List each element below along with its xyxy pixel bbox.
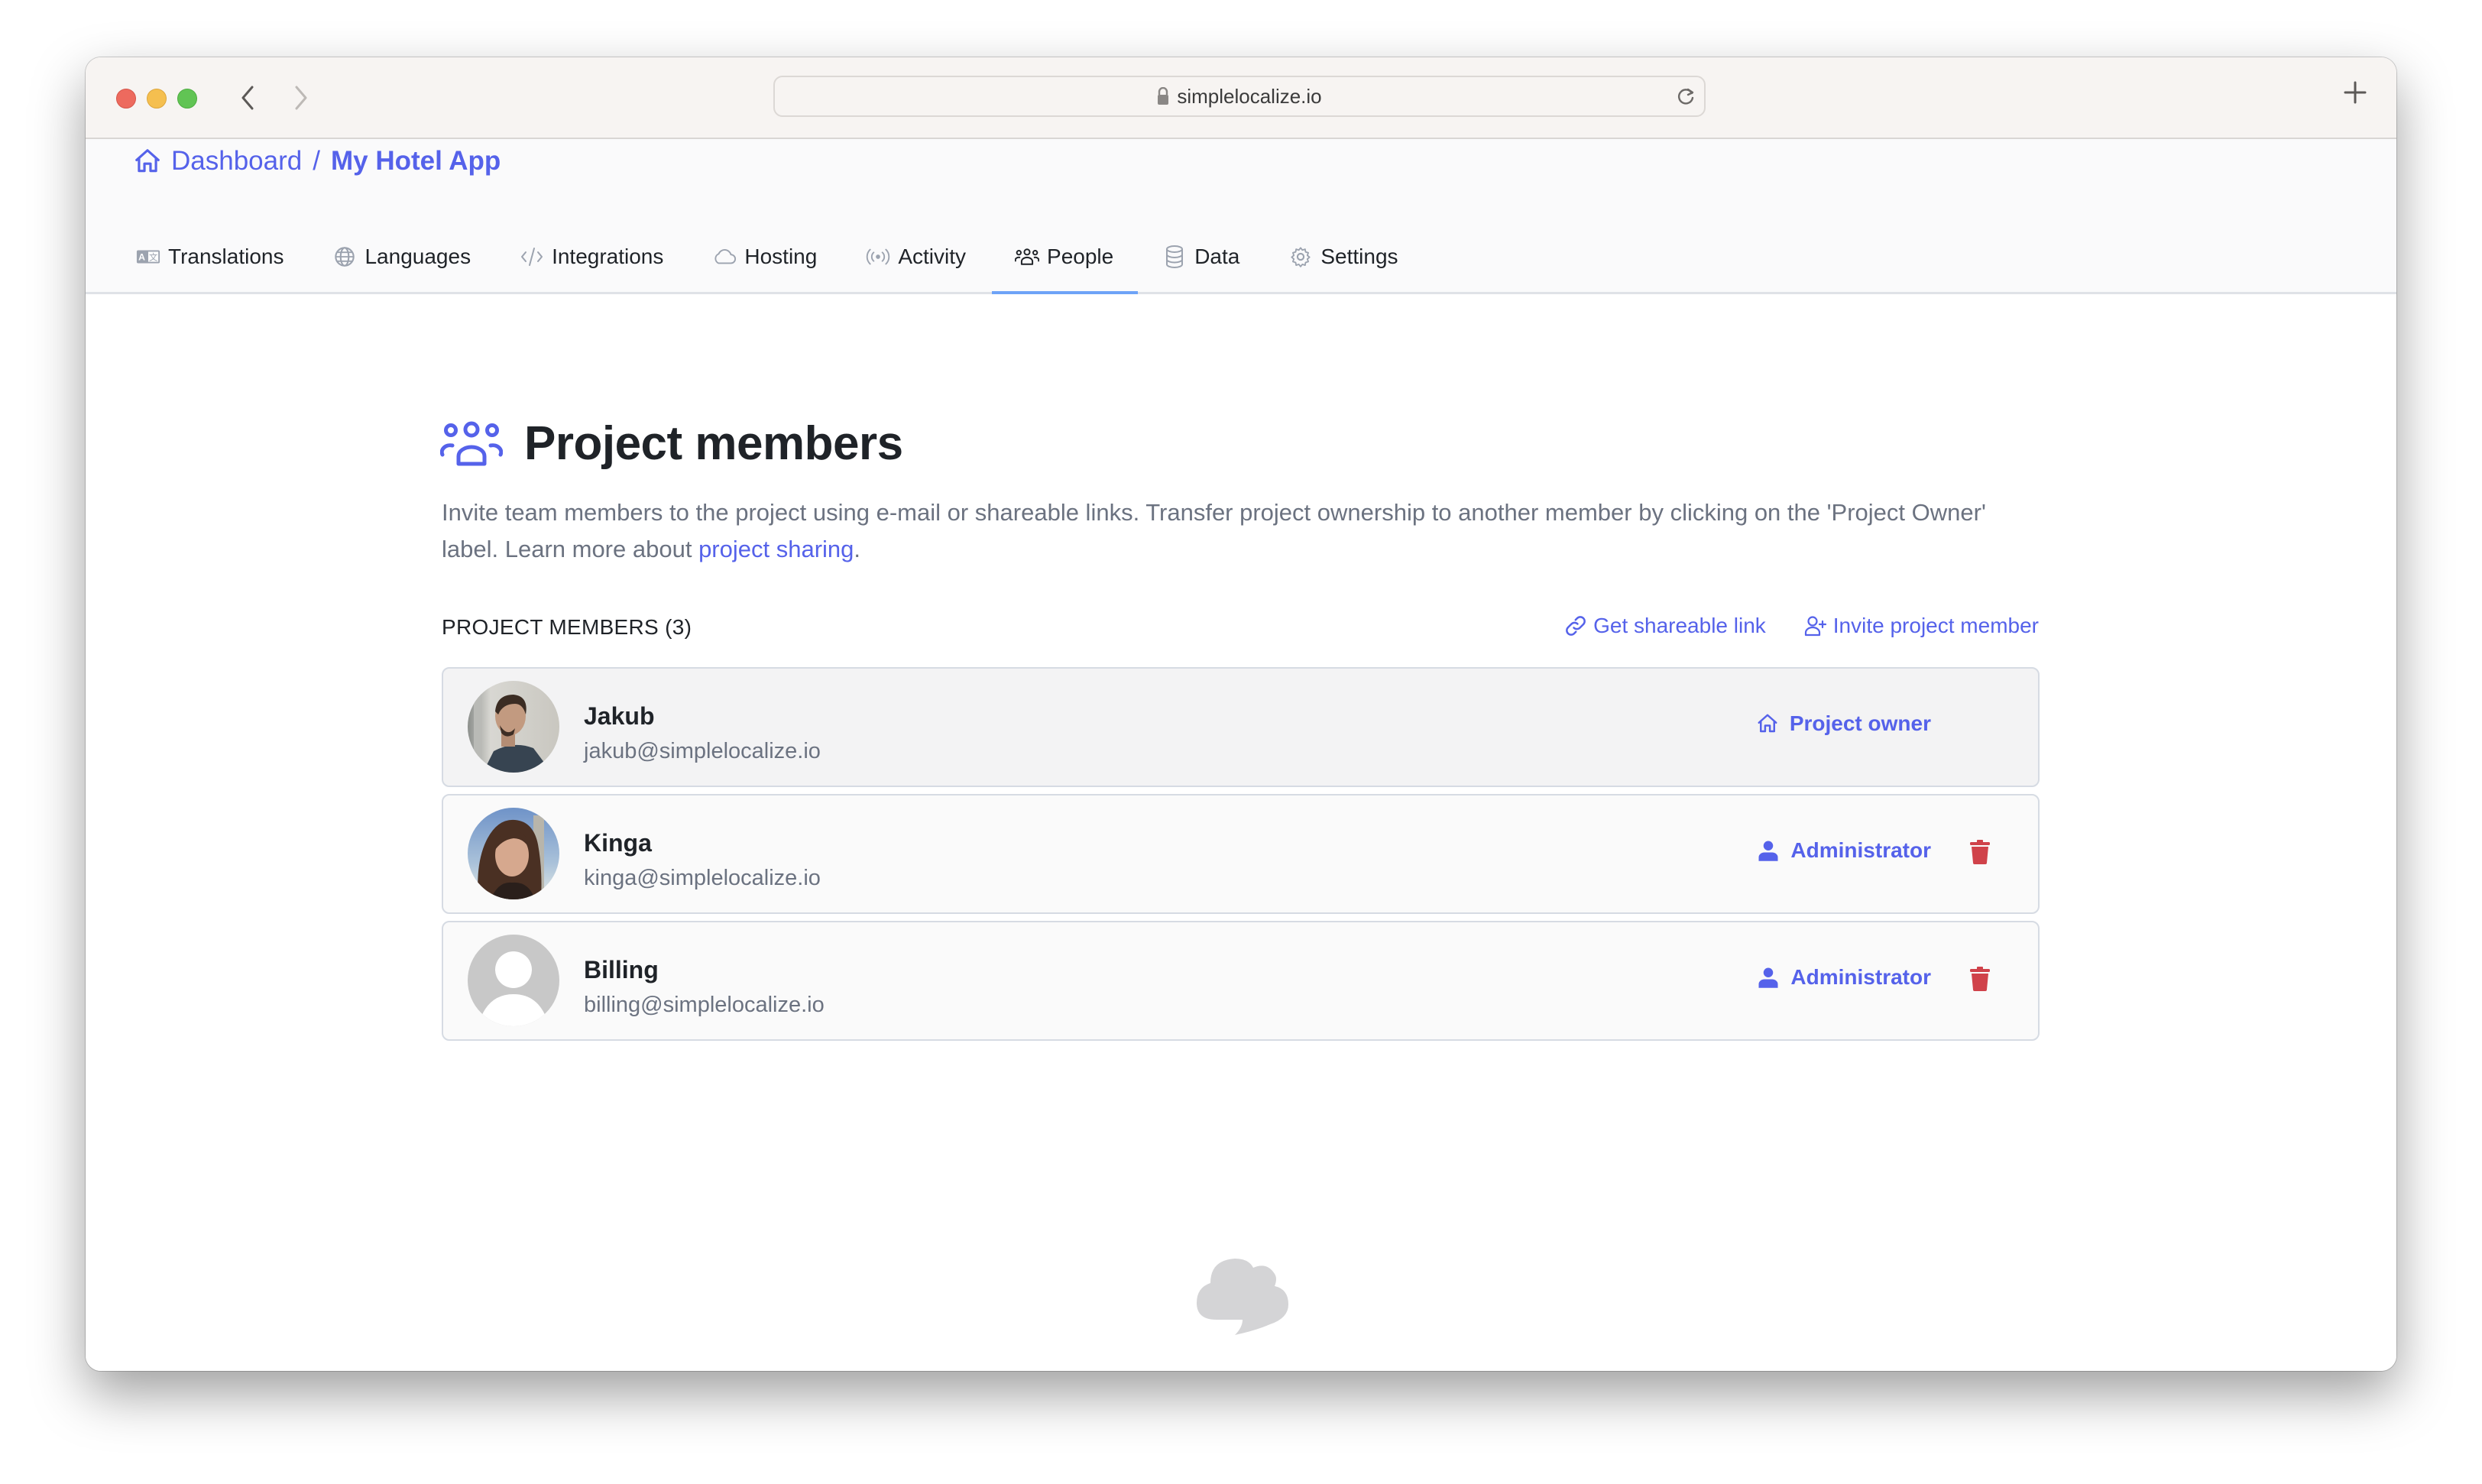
- broadcast-icon: [866, 246, 890, 267]
- breadcrumb-dashboard-link[interactable]: Dashboard: [171, 146, 302, 177]
- page-title: Project members: [524, 417, 903, 470]
- member-row: Kinga kinga@simplelocalize.io Administra…: [442, 794, 2040, 914]
- members-count-label: PROJECT MEMBERS (3): [442, 615, 692, 639]
- project-tabs: A文 Translations Languages Integrations H…: [136, 233, 1447, 294]
- forward-button[interactable]: [286, 80, 316, 115]
- browser-toolbar: simplelocalize.io: [86, 57, 2396, 139]
- tab-label: People: [1047, 245, 1114, 268]
- member-email: kinga@simplelocalize.io: [584, 866, 821, 890]
- trash-icon[interactable]: [1969, 967, 1991, 991]
- avatar-placeholder: [468, 935, 559, 1026]
- main-content: Project members Invite team members to t…: [86, 294, 2396, 1371]
- page-title-row: Project members: [440, 416, 903, 471]
- tab-hosting[interactable]: Hosting: [712, 233, 841, 280]
- minimize-window-button[interactable]: [147, 89, 167, 109]
- tab-label: Translations: [168, 245, 284, 268]
- tab-label: Settings: [1320, 245, 1398, 268]
- back-button[interactable]: [232, 80, 263, 115]
- avatar: [468, 681, 559, 773]
- tab-label: Hosting: [744, 245, 818, 268]
- get-shareable-link-button[interactable]: Get shareable link: [1564, 614, 1766, 638]
- user-icon: [1758, 841, 1778, 861]
- tab-translations[interactable]: A文 Translations: [136, 233, 308, 280]
- member-name: Kinga: [584, 829, 652, 857]
- user-plus-icon: [1804, 616, 1826, 637]
- tab-people[interactable]: People: [991, 233, 1139, 294]
- administrator-role-button[interactable]: Administrator: [1757, 838, 1931, 863]
- people-icon: [1015, 246, 1040, 267]
- member-email: jakub@simplelocalize.io: [584, 739, 821, 763]
- page-description: Invite team members to the project using…: [442, 494, 2046, 568]
- code-icon: [520, 246, 544, 267]
- breadcrumb-separator: /: [313, 146, 320, 176]
- invite-project-member-button[interactable]: Invite project member: [1804, 614, 2039, 638]
- svg-text:文: 文: [149, 252, 157, 263]
- tab-languages[interactable]: Languages: [332, 233, 495, 280]
- url-text: simplelocalize.io: [1177, 84, 1322, 108]
- administrator-role-button[interactable]: Administrator: [1757, 965, 1931, 990]
- member-name: Billing: [584, 956, 659, 983]
- globe-icon: [332, 246, 357, 267]
- user-icon: [1758, 967, 1778, 988]
- cloud-icon: [712, 246, 737, 267]
- home-icon: [1758, 714, 1777, 733]
- description-text: Invite team members to the project using…: [442, 499, 1986, 562]
- tab-label: Languages: [365, 245, 471, 268]
- member-role: Project owner: [1789, 711, 1931, 735]
- tab-data[interactable]: Data: [1162, 233, 1264, 280]
- get-shareable-link-label: Get shareable link: [1593, 614, 1766, 637]
- project-sharing-link[interactable]: project sharing: [698, 536, 854, 562]
- simplelocalize-logo-icon: [1197, 1259, 1288, 1335]
- member-name: Jakub: [584, 702, 655, 730]
- description-suffix: .: [854, 536, 861, 562]
- tab-label: Integrations: [552, 245, 664, 268]
- people-icon: [440, 421, 503, 465]
- browser-window: simplelocalize.io Dashboard / My Hotel A…: [86, 57, 2396, 1371]
- maximize-window-button[interactable]: [177, 89, 197, 109]
- members-list: Jakub jakub@simplelocalize.io Project ow…: [442, 667, 2040, 1048]
- members-list-header: PROJECT MEMBERS (3) Get shareable link I…: [442, 614, 2039, 646]
- translate-icon: A文: [136, 246, 160, 267]
- address-bar[interactable]: simplelocalize.io: [773, 76, 1706, 117]
- breadcrumb: Dashboard / My Hotel App: [133, 146, 501, 177]
- new-tab-icon[interactable]: [2343, 80, 2367, 105]
- close-window-button[interactable]: [116, 89, 136, 109]
- svg-text:A: A: [138, 252, 145, 263]
- lock-icon: [1158, 87, 1169, 105]
- member-role: Administrator: [1790, 965, 1931, 989]
- tab-integrations[interactable]: Integrations: [520, 233, 688, 280]
- reload-icon[interactable]: [1675, 85, 1696, 108]
- breadcrumb-current-project[interactable]: My Hotel App: [331, 146, 501, 177]
- trash-icon[interactable]: [1969, 840, 1991, 864]
- member-row: Billing billing@simplelocalize.io Admini…: [442, 921, 2040, 1041]
- member-email: billing@simplelocalize.io: [584, 993, 825, 1017]
- chevron-right-icon: [295, 86, 307, 110]
- project-owner-role-button[interactable]: Project owner: [1756, 711, 1931, 736]
- member-role: Administrator: [1790, 838, 1931, 862]
- home-icon: [135, 149, 160, 173]
- member-row: Jakub jakub@simplelocalize.io Project ow…: [442, 667, 2040, 787]
- tab-activity[interactable]: Activity: [866, 233, 990, 280]
- invite-project-member-label: Invite project member: [1832, 614, 2039, 637]
- gear-icon: [1288, 246, 1313, 267]
- link-icon: [1566, 616, 1586, 636]
- avatar: [468, 808, 559, 899]
- tab-label: Data: [1194, 245, 1240, 268]
- tab-settings[interactable]: Settings: [1288, 233, 1422, 280]
- members-actions: Get shareable link Invite project member: [1564, 614, 2039, 638]
- database-icon: [1162, 245, 1187, 268]
- chevron-left-icon: [241, 86, 254, 110]
- tab-label: Activity: [898, 245, 967, 268]
